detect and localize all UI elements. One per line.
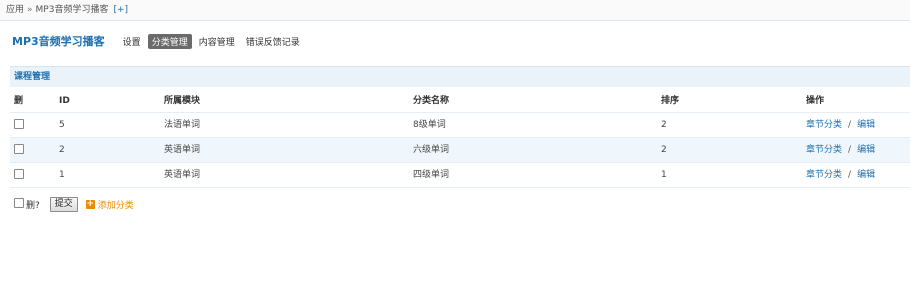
table-header-row: 删 ID 所属模块 分类名称 排序 操作: [10, 89, 910, 113]
chapter-category-link[interactable]: 章节分类: [806, 120, 842, 130]
breadcrumb: 应用» MP3音频学习播客 [+]: [0, 0, 910, 21]
select-all-delete-checkbox[interactable]: [14, 198, 24, 208]
row-category-name: 四级单词: [413, 170, 450, 180]
category-table: 删 ID 所属模块 分类名称 排序 操作 5 法语单词 8级单词 2 章节分类 /…: [10, 89, 910, 188]
row-module: 英语单词: [164, 145, 201, 155]
breadcrumb-separator: »: [27, 5, 33, 15]
row-id: 2: [59, 145, 65, 155]
add-shortcut-button[interactable]: [+]: [113, 5, 128, 15]
row-sort: 2: [661, 145, 667, 155]
header-id: ID: [59, 96, 70, 106]
chapter-category-link[interactable]: 章节分类: [806, 170, 842, 180]
op-separator: /: [848, 120, 852, 130]
table-row: 5 法语单词 8级单词 2 章节分类 / 编辑: [10, 113, 910, 138]
breadcrumb-root[interactable]: 应用: [6, 5, 24, 15]
row-module: 英语单词: [164, 170, 201, 180]
nav-item-content-management[interactable]: 内容管理: [195, 34, 239, 49]
plugin-title[interactable]: MP3音频学习播客: [12, 33, 105, 49]
section-title: 课程管理: [10, 66, 910, 87]
chapter-category-link[interactable]: 章节分类: [806, 145, 842, 155]
nav-item-settings[interactable]: 设置: [119, 34, 145, 49]
op-separator: /: [848, 145, 852, 155]
edit-link[interactable]: 编辑: [857, 145, 875, 155]
row-category-name: 8级单词: [413, 120, 446, 130]
row-operations: 章节分类 / 编辑: [806, 163, 875, 188]
table-footer: 删? 提交 + 添加分类: [14, 196, 134, 212]
row-module: 法语单词: [164, 120, 201, 130]
nav-item-error-feedback[interactable]: 错误反馈记录: [242, 34, 304, 49]
submit-button[interactable]: 提交: [49, 196, 78, 212]
table-row: 2 英语单词 六级单词 2 章节分类 / 编辑: [10, 138, 910, 163]
row-delete-checkbox[interactable]: [14, 118, 24, 129]
row-id: 5: [59, 120, 65, 130]
row-sort: 1: [661, 170, 667, 180]
table-row: 1 英语单词 四级单词 1 章节分类 / 编辑: [10, 163, 910, 188]
row-category-name: 六级单词: [413, 145, 450, 155]
add-icon: +: [85, 198, 95, 209]
edit-link[interactable]: 编辑: [857, 170, 875, 180]
add-category-link[interactable]: 添加分类: [98, 198, 134, 211]
row-operations: 章节分类 / 编辑: [806, 113, 875, 138]
breadcrumb-current: MP3音频学习播客: [35, 5, 109, 15]
nav-item-category-management[interactable]: 分类管理: [147, 33, 192, 49]
plugin-nav: MP3音频学习播客 设置 分类管理 内容管理 错误反馈记录: [12, 33, 307, 49]
header-category-name: 分类名称: [413, 96, 450, 106]
header-sort: 排序: [661, 96, 680, 106]
header-delete: 删: [14, 96, 24, 106]
op-separator: /: [848, 170, 852, 180]
edit-link[interactable]: 编辑: [857, 120, 875, 130]
row-id: 1: [59, 170, 65, 180]
row-delete-checkbox[interactable]: [14, 168, 24, 179]
delete-label: 删?: [26, 200, 40, 211]
row-sort: 2: [661, 120, 667, 130]
header-operations: 操作: [806, 96, 825, 106]
row-delete-checkbox[interactable]: [14, 143, 24, 154]
header-module: 所属模块: [164, 96, 201, 106]
row-operations: 章节分类 / 编辑: [806, 138, 875, 163]
